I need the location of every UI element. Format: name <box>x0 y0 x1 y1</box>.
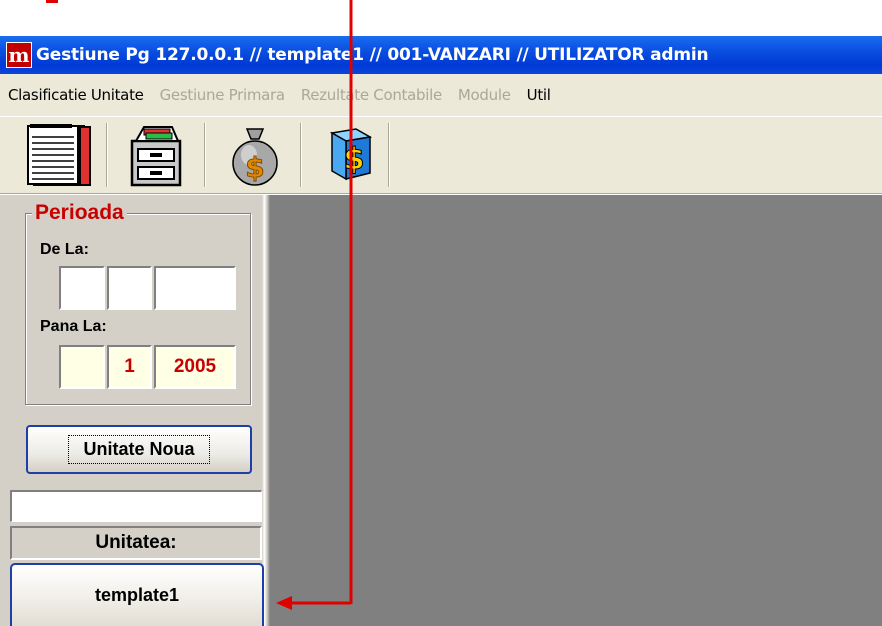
toolbar-separator <box>388 123 390 187</box>
toolbar: $ $ <box>0 116 882 194</box>
menu-util[interactable]: Util <box>527 86 551 104</box>
from-day-field[interactable] <box>59 266 105 310</box>
new-unit-button-label: Unitate Noua <box>68 435 210 464</box>
filing-cabinet-icon <box>130 126 182 187</box>
current-unit-button[interactable]: template1 <box>10 563 264 626</box>
new-unit-button[interactable]: Unitate Noua <box>26 425 252 474</box>
unit-label: Unitatea: <box>10 526 262 560</box>
splitter[interactable] <box>262 195 270 626</box>
toolbar-separator <box>300 123 302 187</box>
from-month-field[interactable] <box>107 266 152 310</box>
money-bag-icon: $ <box>232 128 278 186</box>
toolbar-separator <box>204 123 206 187</box>
notebook-icon <box>27 124 91 186</box>
menu-gestiune-primara[interactable]: Gestiune Primara <box>160 86 286 104</box>
title-bar[interactable]: m Gestiune Pg 127.0.0.1 // template1 // … <box>0 36 882 74</box>
annotation-mark <box>46 0 58 3</box>
period-legend: Perioada <box>32 201 127 225</box>
to-day-field[interactable] <box>59 345 105 389</box>
toolbar-button-dollar-box[interactable]: $ <box>308 121 384 189</box>
mdi-workspace <box>270 195 882 626</box>
dollar-box-icon: $ <box>329 128 373 181</box>
menu-rezultate-contabile[interactable]: Rezultate Contabile <box>301 86 442 104</box>
unit-search-input[interactable] <box>10 490 262 522</box>
menu-bar: Clasificatie Unitate Gestiune Primara Re… <box>0 74 882 116</box>
window-title: Gestiune Pg 127.0.0.1 // template1 // 00… <box>36 45 709 65</box>
to-year-field[interactable]: 2005 <box>154 345 236 389</box>
screenshot-top-margin <box>0 0 882 36</box>
to-label: Pana La: <box>40 318 107 335</box>
toolbar-separator <box>106 123 108 187</box>
app-icon[interactable]: m <box>6 42 32 68</box>
from-label: De La: <box>40 241 89 258</box>
to-month-field[interactable]: 1 <box>107 345 152 389</box>
svg-text:$: $ <box>245 151 264 184</box>
toolbar-button-notebook[interactable] <box>18 121 102 189</box>
svg-text:$: $ <box>344 142 365 177</box>
from-year-field[interactable] <box>154 266 236 310</box>
menu-clasificatie-unitate[interactable]: Clasificatie Unitate <box>8 86 144 104</box>
toolbar-button-money-bag[interactable]: $ <box>212 121 298 189</box>
menu-module[interactable]: Module <box>458 86 511 104</box>
toolbar-button-cabinet[interactable] <box>114 121 200 189</box>
